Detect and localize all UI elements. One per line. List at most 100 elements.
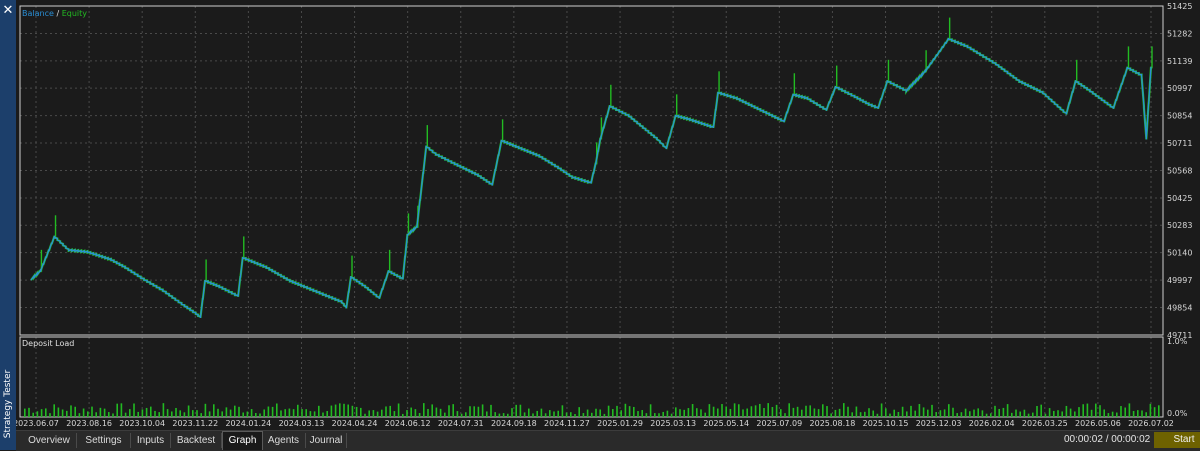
deposit-load-bar xyxy=(53,404,55,417)
deposit-load-bar xyxy=(1044,413,1047,417)
start-button[interactable]: Start xyxy=(1154,432,1200,448)
tab-overview[interactable]: Overview xyxy=(22,433,77,448)
deposit-load-bar xyxy=(645,413,648,417)
deposit-load-bar xyxy=(124,412,127,417)
deposit-load-bar xyxy=(838,408,841,417)
y-tick-label: 49997 xyxy=(1167,276,1192,285)
y-tick-label: 50854 xyxy=(1167,112,1192,121)
deposit-load-bar xyxy=(61,409,64,417)
x-tick-label: 2026.07.02 xyxy=(1128,419,1174,428)
deposit-load-bar xyxy=(817,409,820,417)
deposit-load-bar xyxy=(754,405,757,417)
deposit-load-bar xyxy=(956,413,958,417)
deposit-load-bar xyxy=(250,409,253,417)
deposit-load-bar xyxy=(355,406,358,417)
deposit-load-bar xyxy=(620,410,622,417)
deposit-load-bar xyxy=(885,408,887,417)
deposit-load-bar xyxy=(171,411,173,417)
deposit-load-bar xyxy=(175,407,177,417)
x-tick-label: 2025.08.18 xyxy=(810,419,856,428)
deposit-load-bar xyxy=(872,410,874,417)
deposit-load-bar xyxy=(897,411,900,417)
deposit-load-bar xyxy=(1040,404,1042,417)
deposit-load-bar xyxy=(162,403,165,417)
deposit-load-bar xyxy=(74,406,76,417)
deposit-load-bar xyxy=(385,406,387,417)
deposit-load-bar xyxy=(595,408,597,417)
deposit-load-bar xyxy=(490,404,492,417)
subpanel-y-tick-label: 1.0% xyxy=(1167,337,1188,346)
deposit-load-bar xyxy=(721,404,723,417)
deposit-load-bar xyxy=(397,403,400,417)
deposit-load-bar xyxy=(733,403,736,417)
y-tick-label: 51282 xyxy=(1167,29,1192,38)
deposit-load-bar xyxy=(36,411,39,417)
deposit-load-bar xyxy=(24,408,26,417)
deposit-load-bar xyxy=(313,411,316,417)
deposit-load-bar xyxy=(809,405,811,417)
deposit-load-bar xyxy=(1158,405,1160,417)
deposit-load-bar xyxy=(1006,404,1009,417)
deposit-load-bar xyxy=(637,411,639,417)
deposit-load-bar xyxy=(528,408,530,417)
deposit-load-bar xyxy=(654,413,656,417)
deposit-load-bar xyxy=(1065,405,1068,417)
deposit-load-bar xyxy=(1153,407,1156,417)
deposit-load-bar xyxy=(981,410,984,417)
deposit-load-bar xyxy=(696,408,698,417)
strategy-tester-sidebar: ✕ Strategy Tester xyxy=(0,0,16,450)
deposit-load-bar xyxy=(536,410,538,417)
deposit-load-bar xyxy=(234,405,236,417)
deposit-load-bar xyxy=(998,408,1000,417)
deposit-load-bar xyxy=(633,406,635,417)
y-tick-label: 50711 xyxy=(1167,139,1192,148)
deposit-load-bar xyxy=(931,404,933,417)
deposit-load-bar xyxy=(603,413,606,417)
deposit-load-bar xyxy=(523,412,526,417)
deposit-load-bar xyxy=(805,405,807,417)
deposit-load-bar xyxy=(70,405,72,417)
tab-agents[interactable]: Agents xyxy=(262,433,306,448)
deposit-load-bar xyxy=(418,413,421,417)
deposit-load-bar xyxy=(95,412,97,417)
deposit-load-bar xyxy=(1137,410,1139,417)
deposit-load-bar xyxy=(868,408,870,417)
deposit-load-bar xyxy=(927,409,929,417)
deposit-load-bar xyxy=(129,409,131,417)
deposit-load-bar xyxy=(456,411,459,417)
tab-settings[interactable]: Settings xyxy=(77,433,131,448)
deposit-load-bar xyxy=(200,413,202,417)
deposit-load-bar xyxy=(628,406,631,417)
deposit-load-bar xyxy=(964,408,967,417)
deposit-load-bar xyxy=(448,405,450,417)
deposit-load-bar xyxy=(994,405,996,417)
panel-title: Strategy Tester xyxy=(3,369,13,439)
deposit-load-bar xyxy=(973,409,975,417)
deposit-load-bar xyxy=(1120,406,1122,417)
deposit-load-bar xyxy=(738,404,740,417)
deposit-load-bar xyxy=(498,413,501,417)
close-icon[interactable]: ✕ xyxy=(0,3,16,19)
deposit-load-bar xyxy=(830,413,832,417)
deposit-load-bar xyxy=(481,404,484,417)
deposit-load-bar xyxy=(179,410,181,417)
deposit-load-bar xyxy=(87,411,89,417)
deposit-load-bar xyxy=(1107,413,1110,417)
deposit-load-bar xyxy=(893,409,895,417)
x-tick-label: 2024.07.31 xyxy=(438,419,484,428)
deposit-load-bar xyxy=(565,412,568,417)
tab-graph[interactable]: Graph xyxy=(222,431,263,450)
deposit-load-bar xyxy=(675,407,677,417)
deposit-load-bar xyxy=(952,407,954,417)
deposit-load-bar xyxy=(301,409,303,417)
tab-backtest[interactable]: Backtest xyxy=(171,433,222,448)
x-tick-label: 2023.08.16 xyxy=(66,419,112,428)
x-tick-label: 2024.01.24 xyxy=(225,419,271,428)
deposit-load-bar xyxy=(431,404,433,417)
subpanel-y-tick-label: 0.0% xyxy=(1167,409,1188,418)
deposit-load-bar xyxy=(267,406,270,417)
tab-inputs[interactable]: Inputs xyxy=(131,433,171,448)
tab-journal[interactable]: Journal xyxy=(306,433,347,448)
deposit-load-bar xyxy=(259,413,261,417)
deposit-load-bar xyxy=(864,411,866,417)
